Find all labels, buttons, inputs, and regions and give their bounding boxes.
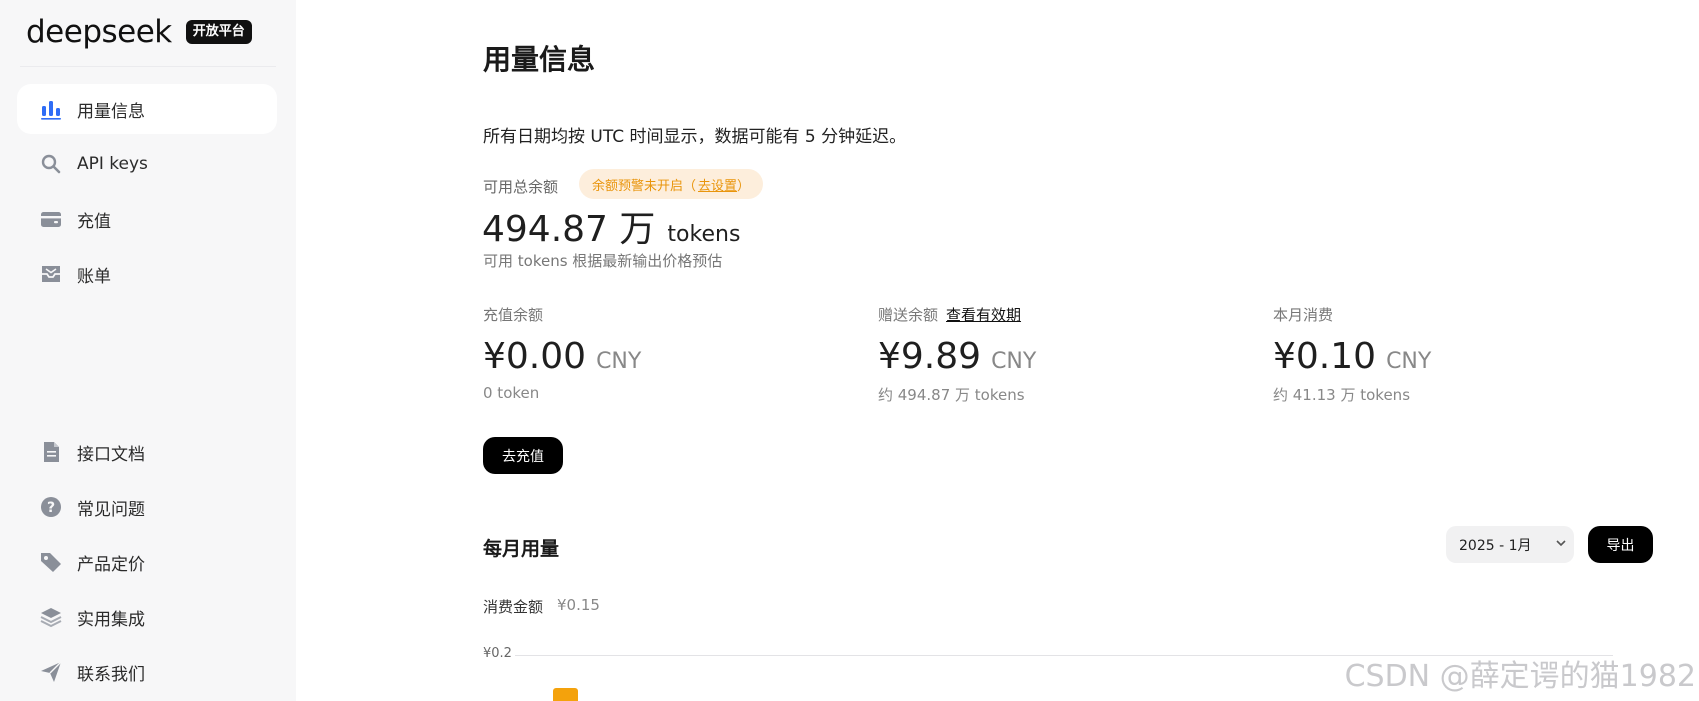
send-icon <box>39 660 63 684</box>
balance-alert-text: 余额预警未开启（ <box>592 178 697 194</box>
gift-balance-amount: ¥9.89 <box>878 336 982 377</box>
main-content: 用量信息 所有日期均按 UTC 时间显示，数据可能有 5 分钟延迟。 可用总余额… <box>296 0 1699 701</box>
total-balance-label: 可用总余额 <box>483 178 559 196</box>
recharge-balance-label: 充值余额 <box>483 306 544 324</box>
month-select-value: 2025 - 1月 <box>1459 537 1532 554</box>
question-icon: ? <box>39 495 63 519</box>
recharge-button[interactable]: 去充值 <box>483 437 563 474</box>
sidebar-item-integrations[interactable]: 实用集成 <box>17 592 277 642</box>
sidebar-item-label: API keys <box>77 154 148 174</box>
brand[interactable]: deepseek 开放平台 <box>26 12 252 52</box>
sidebar-item-label: 充值 <box>77 211 111 232</box>
export-button[interactable]: 导出 <box>1588 526 1653 563</box>
total-balance-unit: tokens <box>667 222 741 247</box>
wallet-icon <box>39 207 63 231</box>
sidebar-item-api-keys[interactable]: API keys <box>17 139 277 189</box>
view-validity-link[interactable]: 查看有效期 <box>946 304 1021 325</box>
cost-summary: 消费金额 ¥0.15 <box>483 596 600 617</box>
monthly-spend-currency: CNY <box>1386 349 1432 374</box>
monthly-spend-tokens: 约 41.13 万 tokens <box>1273 386 1411 404</box>
balance-alert-close-paren: ） <box>737 178 751 194</box>
watermark: CSDN @薛定谔的猫1982 <box>1344 659 1696 694</box>
gift-balance-label: 赠送余额 <box>878 306 939 324</box>
sidebar-item-contact[interactable]: 联系我们 <box>17 647 277 697</box>
sidebar: deepseek 开放平台 用量信息 API keys 充值 账单 接口文档 ?… <box>0 0 296 701</box>
page-title: 用量信息 <box>483 43 596 76</box>
sidebar-item-label: 常见问题 <box>77 499 145 520</box>
sidebar-divider <box>20 66 276 67</box>
tag-icon <box>39 550 63 574</box>
chart-bar[interactable] <box>553 688 578 701</box>
monthly-spend-amount: ¥0.10 <box>1273 336 1377 377</box>
inbox-icon <box>39 262 63 286</box>
brand-logo: deepseek <box>26 14 172 50</box>
gift-balance-card: 赠送余额 查看有效期 ¥9.89 CNY 约 494.87 万 tokens <box>878 304 1238 405</box>
app-window: deepseek 开放平台 用量信息 API keys 充值 账单 接口文档 ?… <box>0 0 1699 701</box>
gift-balance-currency: CNY <box>991 349 1037 374</box>
sidebar-item-label: 产品定价 <box>77 554 145 575</box>
sidebar-item-pricing[interactable]: 产品定价 <box>17 537 277 587</box>
total-balance-amount: 494.87 万 <box>482 209 656 250</box>
chart-y-tick-label: ¥0.2 <box>483 646 512 661</box>
monthly-usage-title: 每月用量 <box>483 538 560 560</box>
sidebar-item-label: 联系我们 <box>77 664 145 685</box>
month-select[interactable]: 2025 - 1月 <box>1446 526 1574 563</box>
cost-label: 消费金额 <box>483 598 544 616</box>
gift-balance-tokens: 约 494.87 万 tokens <box>878 386 1025 404</box>
sidebar-item-label: 用量信息 <box>77 101 145 122</box>
sidebar-item-label: 接口文档 <box>77 444 145 465</box>
document-icon <box>39 440 63 464</box>
recharge-balance-amount: ¥0.00 <box>483 336 587 377</box>
layers-icon <box>39 605 63 629</box>
total-balance: 494.87 万 tokens <box>482 200 740 252</box>
cost-value: ¥0.15 <box>557 596 600 614</box>
balance-alert-badge[interactable]: 余额预警未开启（ 去设置 ） <box>579 169 764 199</box>
recharge-balance-tokens: 0 token <box>483 384 540 402</box>
sidebar-item-faq[interactable]: ? 常见问题 <box>17 482 277 532</box>
svg-text:?: ? <box>47 500 55 516</box>
total-balance-note: 可用 tokens 根据最新输出价格预估 <box>483 252 723 270</box>
sidebar-item-label: 账单 <box>77 266 111 287</box>
monthly-spend-card: 本月消费 ¥0.10 CNY 约 41.13 万 tokens <box>1273 304 1633 405</box>
sidebar-item-label: 实用集成 <box>77 609 145 630</box>
sidebar-item-usage[interactable]: 用量信息 <box>17 84 277 134</box>
monthly-spend-label: 本月消费 <box>1273 306 1334 324</box>
sidebar-item-api-docs[interactable]: 接口文档 <box>17 427 277 477</box>
chevron-down-icon <box>1554 536 1568 554</box>
sidebar-item-bills[interactable]: 账单 <box>17 249 277 299</box>
platform-badge: 开放平台 <box>185 20 252 44</box>
timezone-notice: 所有日期均按 UTC 时间显示，数据可能有 5 分钟延迟。 <box>483 127 907 147</box>
search-icon <box>39 152 63 176</box>
bar-chart-icon <box>39 97 63 121</box>
recharge-balance-currency: CNY <box>596 349 642 374</box>
sidebar-item-recharge[interactable]: 充值 <box>17 194 277 244</box>
recharge-balance-card: 充值余额 ¥0.00 CNY 0 token <box>483 304 843 402</box>
balance-alert-settings-link[interactable]: 去设置 <box>698 175 737 194</box>
